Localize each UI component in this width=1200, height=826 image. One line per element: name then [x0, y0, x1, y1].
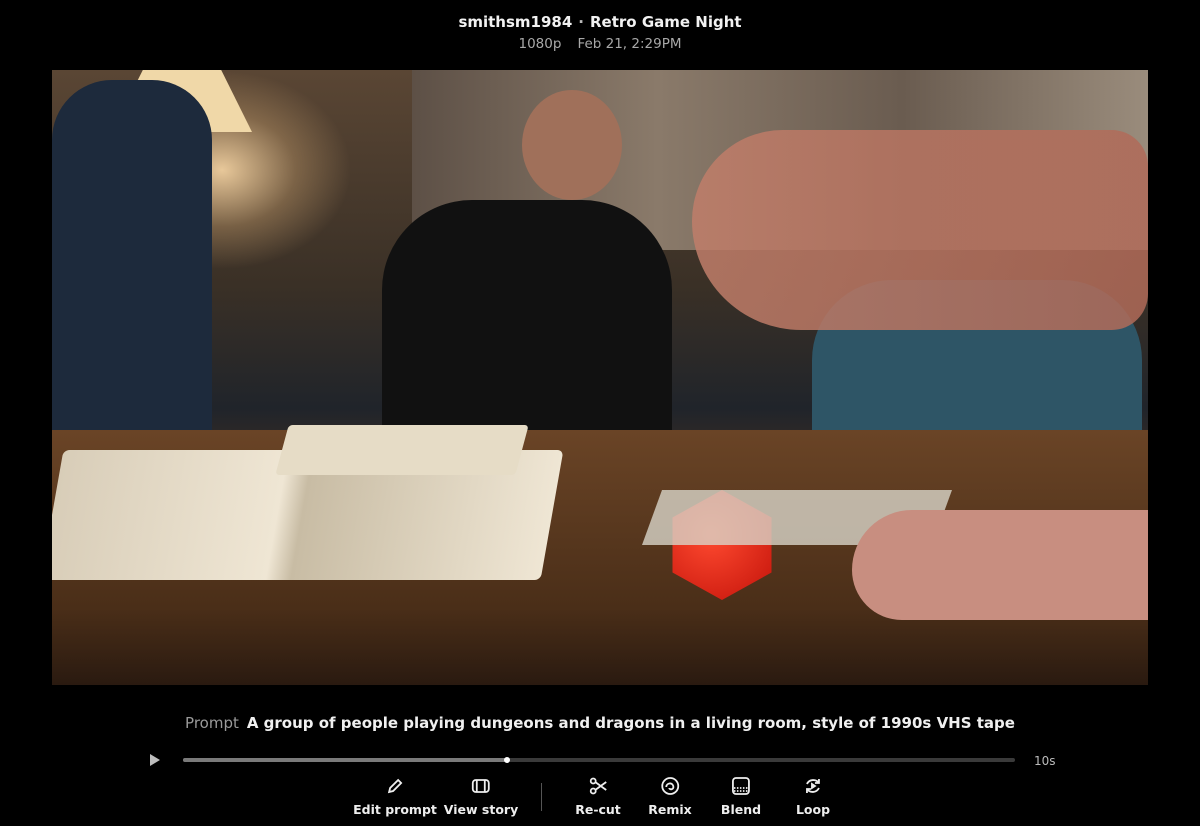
progress-handle[interactable] [504, 757, 511, 763]
remix-icon [661, 777, 679, 795]
loop-button[interactable]: Loop [796, 776, 830, 817]
video-title: Retro Game Night [590, 13, 742, 31]
prompt: Prompt A group of people playing dungeons… [0, 714, 1200, 732]
resolution: 1080p [518, 36, 562, 52]
hand [852, 510, 1148, 620]
prompt-label: Prompt [185, 714, 239, 732]
person [522, 90, 622, 200]
loop-label: Loop [795, 802, 831, 817]
view-story-label: View story [443, 802, 519, 817]
person [52, 80, 212, 450]
progress-fill [183, 758, 508, 762]
duration: 10s [1034, 754, 1056, 768]
re-cut-label: Re-cut [575, 802, 621, 817]
book [275, 425, 529, 475]
story-icon [472, 779, 490, 793]
re-cut-button[interactable]: Re-cut [575, 776, 621, 817]
blend-button[interactable]: Blend [721, 776, 761, 817]
view-story-button[interactable]: View story [444, 776, 518, 817]
prompt-text: A group of people playing dungeons and d… [246, 714, 1015, 732]
blend-icon [732, 777, 750, 795]
remix-label: Remix [648, 802, 692, 817]
timestamp: Feb 21, 2:29PM [577, 36, 682, 52]
blend-label: Blend [720, 802, 762, 817]
video-meta: 1080p Feb 21, 2:29PM [0, 36, 1200, 52]
video-title-line: smithsm1984 · Retro Game Night [0, 13, 1200, 31]
action-bar: Edit prompt View story Re-cut Remix Blen… [0, 776, 1200, 826]
video-frame[interactable] [52, 70, 1148, 685]
loop-icon [806, 779, 820, 793]
separator: · [578, 13, 584, 31]
video-header: smithsm1984 · Retro Game Night 1080p Feb 21… [0, 13, 1200, 52]
edit-prompt-button[interactable]: Edit prompt [353, 776, 437, 817]
remix-button[interactable]: Remix [648, 776, 692, 817]
progress-slider[interactable] [183, 757, 1015, 763]
person [382, 200, 672, 460]
play-icon[interactable] [150, 754, 160, 766]
hand [692, 130, 1148, 330]
pencil-icon [387, 778, 403, 794]
scissors-icon [589, 777, 607, 795]
username[interactable]: smithsm1984 [458, 13, 572, 31]
edit-prompt-label: Edit prompt [353, 802, 437, 817]
